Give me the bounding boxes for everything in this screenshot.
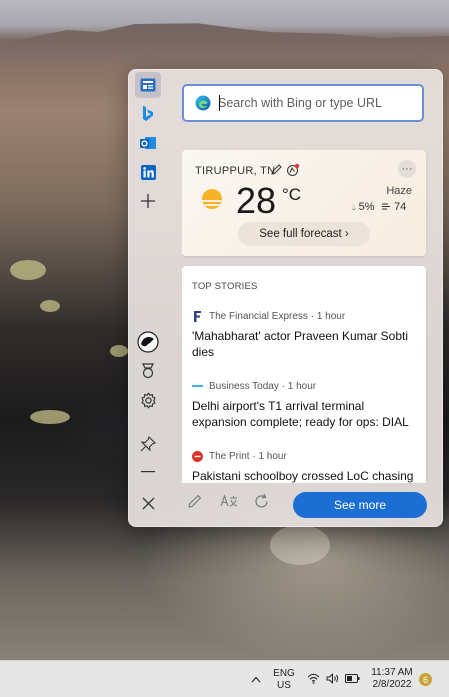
weather-location: TIRUPPUR, TN	[195, 165, 276, 177]
language-region: US	[277, 680, 291, 691]
wallpaper-ridge	[0, 23, 449, 60]
weather-card[interactable]: TIRUPPUR, TN ··· 28 °C Haze 💧︎ 5% 74 See…	[182, 150, 426, 256]
translate-icon[interactable]	[220, 493, 238, 509]
precipitation-value: 5%	[358, 201, 375, 213]
widgets-panel: TIRUPPUR, TN ··· 28 °C Haze 💧︎ 5% 74 See…	[128, 69, 443, 527]
precipitation: 💧︎ 5%	[352, 201, 375, 213]
pin-icon[interactable]	[135, 431, 161, 457]
linkedin-icon[interactable]	[135, 159, 161, 185]
battery-icon[interactable]	[345, 674, 360, 683]
story-source: The Print · 1 hour	[192, 449, 420, 463]
language-code: ENG	[273, 668, 295, 679]
story-source-text: Business Today · 1 hour	[209, 380, 317, 392]
story-source: Business Today · 1 hour	[192, 379, 420, 393]
air-quality-value: 74	[394, 201, 407, 213]
news-header: TOP STORIES	[192, 281, 258, 292]
news-story[interactable]: The Financial Express · 1 hour 'Mahabhar…	[192, 309, 420, 360]
story-source-text: The Financial Express · 1 hour	[209, 310, 346, 322]
edit-icon[interactable]	[271, 164, 282, 175]
notification-badge[interactable]: 6	[419, 673, 432, 686]
chevron-up-icon[interactable]	[251, 676, 261, 683]
feed-scroll-area[interactable]: TIRUPPUR, TN ··· 28 °C Haze 💧︎ 5% 74 See…	[182, 150, 428, 483]
air-quality: 74	[382, 201, 406, 213]
wallpaper-lichen	[40, 300, 60, 312]
see-more-button[interactable]: See more	[293, 492, 427, 518]
sun-haze-icon	[200, 189, 222, 209]
business-today-logo-icon	[192, 381, 203, 392]
clock-date: 2/8/2022	[372, 679, 412, 690]
language-indicator[interactable]: ENG US	[272, 668, 296, 692]
pencil-icon[interactable]	[187, 493, 203, 509]
clock[interactable]: 11:37 AM 2/8/2022	[368, 667, 416, 691]
story-title[interactable]: Delhi airport's T1 arrival terminal expa…	[192, 398, 420, 430]
temperature-unit: °C	[282, 185, 302, 204]
wallpaper-lichen	[10, 260, 46, 280]
financial-express-logo-icon	[192, 310, 203, 322]
wallpaper-lichen	[270, 525, 330, 565]
news-widget-icon[interactable]	[135, 72, 161, 98]
rewards-icon[interactable]	[135, 358, 161, 384]
search-box[interactable]	[182, 84, 424, 122]
edge-icon	[195, 95, 211, 111]
full-forecast-button[interactable]: See full forecast ›	[238, 222, 370, 246]
story-source-text: The Print · 1 hour	[209, 450, 287, 462]
wallpaper-lichen	[110, 345, 128, 357]
the-print-logo-icon	[192, 450, 203, 462]
search-input[interactable]	[218, 96, 408, 110]
volume-icon[interactable]	[326, 673, 339, 684]
story-title[interactable]: 'Mahabharat' actor Praveen Kumar Sobti d…	[192, 328, 420, 360]
air-quality-icon	[382, 203, 390, 210]
refresh-icon[interactable]	[253, 493, 270, 510]
news-story[interactable]: The Print · 1 hour Pakistani schoolboy c…	[192, 449, 420, 483]
news-story[interactable]: Business Today · 1 hour Delhi airport's …	[192, 379, 420, 430]
bing-icon[interactable]	[135, 101, 161, 127]
temperature: 28	[236, 180, 277, 221]
story-source: The Financial Express · 1 hour	[192, 309, 420, 323]
wallpaper-lichen	[30, 410, 70, 424]
locate-icon[interactable]	[286, 163, 300, 177]
avatar[interactable]	[135, 329, 161, 355]
clock-time: 11:37 AM	[371, 667, 413, 678]
story-title[interactable]: Pakistani schoolboy crossed LoC chasing	[192, 468, 420, 483]
widget-bottom-bar: See more	[129, 483, 442, 526]
news-card: TOP STORIES The Financial Express · 1 ho…	[182, 266, 426, 483]
taskbar: ENG US 11:37 AM 2/8/2022 6	[0, 660, 449, 697]
outlook-icon[interactable]	[135, 130, 161, 156]
more-options-icon[interactable]: ···	[398, 160, 416, 178]
text-caret	[219, 95, 220, 111]
weather-condition: Haze	[386, 185, 412, 197]
minimize-icon[interactable]	[135, 459, 161, 485]
wifi-icon[interactable]	[307, 673, 320, 684]
raindrop-icon: 💧︎	[352, 202, 356, 212]
gear-icon[interactable]	[135, 387, 161, 413]
widget-rail	[129, 70, 167, 526]
add-icon[interactable]	[135, 188, 161, 214]
